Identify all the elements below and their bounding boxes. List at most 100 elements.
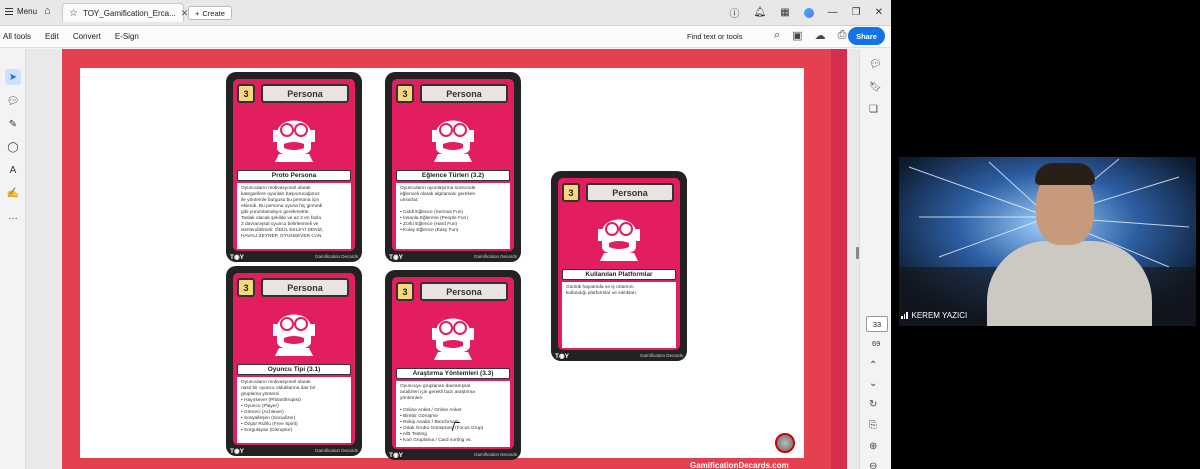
apps-grid-icon[interactable]: ▦ [780,7,789,18]
card-face: 3 Persona Proto Persona Oyuncuların moti… [233,79,355,251]
print-icon[interactable]: ⎙ [838,29,847,42]
find-label[interactable]: Find text or tools [687,32,742,41]
card-number: 3 [237,84,255,103]
menu-all-tools[interactable]: All tools [3,32,31,41]
menu-convert[interactable]: Convert [73,32,101,41]
sign-icon[interactable]: ✍ [5,185,21,201]
pages-icon[interactable]: ❏ [869,104,878,115]
acrobat-window: Menu ⌂ ☆ TOY_Gamification_Erca... ✕ + Cr… [0,0,891,469]
card-body: Oyuncuların oyunlaşırma sürecinde eğlence… [396,183,510,249]
save-icon[interactable]: ▣ [792,29,802,42]
right-tool-rail: 💬︎ 🔖︎ ❏ ⌃ ⌄ ↻ ⎘ ⊕ ⊖ [859,49,891,469]
menu-label: Menu [17,7,38,16]
card-face: 3 Persona Eğlence Türleri (3.2) Oyuncula… [392,79,514,251]
scroll-down-icon[interactable]: ⌄ [869,378,877,389]
text-icon[interactable]: A [5,162,21,178]
page-footer-url: GamificationDecards.com [690,461,789,469]
restore-icon[interactable]: ❐ [852,7,861,18]
card-body-line: • Kolay Eğlence (Easy Fun) [400,227,459,233]
minimize-icon[interactable]: — [828,7,838,18]
card-footer: T◉Y Gamification Decards [385,251,521,262]
comments-panel-icon[interactable]: 💬︎ [869,59,882,70]
tab-bar: Menu ⌂ ☆ TOY_Gamification_Erca... ✕ + Cr… [0,0,891,26]
select-cursor-icon[interactable]: ➤ [5,69,21,85]
comment-icon[interactable]: 💬︎ [5,93,21,109]
page-total: 69 [872,339,881,348]
person-body [987,241,1152,326]
document-tab[interactable]: ☆ TOY_Gamification_Erca... ✕ [62,3,188,22]
scrollbar-thumb[interactable] [856,247,859,259]
extract-page-icon[interactable]: ⎘ [869,420,877,431]
close-window-icon[interactable]: ✕ [875,7,883,18]
persona-card[interactable]: 3 Persona Kullanılan Platformlar Günlük … [551,171,687,361]
aviator-persona-icon [273,120,315,162]
video-tile [899,157,1196,326]
persona-card[interactable]: 3 Persona Eğlence Türleri (3.2) Oyuncula… [385,72,521,262]
toy-logo: T◉Y [555,352,569,360]
more-tools-icon[interactable]: … [5,208,21,224]
card-number: 3 [396,84,414,103]
menu-button[interactable]: Menu [5,7,37,16]
brand-text: Gamification Decards [314,448,358,453]
aviator-persona-icon [598,219,640,261]
aviator-persona-icon [273,314,315,356]
card-footer: T◉Y Gamification Decards [385,449,521,460]
toy-logo: T◉Y [389,253,403,261]
brand-text: Gamification Decards [473,254,517,259]
ai-assistant-icon[interactable] [803,7,814,18]
persona-card[interactable]: 3 Persona Proto Persona Oyuncuların moti… [226,72,362,262]
page-number-input[interactable]: 33 [866,316,888,332]
search-icon[interactable]: ⌕ [774,29,780,42]
card-body-line: • Sorgulayan (Disruptor) [241,427,293,433]
card-name: Eğlence Türleri (3.2) [396,170,510,181]
create-button[interactable]: + Create [188,6,232,20]
menu-esign[interactable]: E-Sign [115,32,139,41]
window-controls: ⓘ 🔔︎ ▦ — ❐ ✕ [729,5,883,20]
aviator-persona-icon [432,120,474,162]
home-icon[interactable]: ⌂ [44,5,51,17]
persona-card[interactable]: 3 Persona Oyuncu Tipi (3.1) Oyuncuların … [226,266,362,456]
pen-icon[interactable]: ✎ [5,116,21,132]
left-tool-rail: ➤ 💬︎ ✎ ◯ A ✍ … [0,49,26,469]
share-button[interactable]: Share [848,27,885,45]
card-footer: T◉Y Gamification Decards [226,445,362,456]
help-icon[interactable]: ⓘ [729,5,739,20]
tab-title: TOY_Gamification_Erca... [82,8,176,18]
star-icon[interactable]: ☆ [69,8,78,19]
person-hair [1035,163,1095,185]
toolbar: All tools Edit Convert E-Sign Find text … [0,26,891,48]
zoom-in-icon[interactable]: ⊕ [869,441,877,452]
card-name: Kullanılan Platformlar [562,269,676,280]
aviator-persona-icon [432,318,474,360]
card-body: Günlük hayatında ve iş ortamını kullandığ… [562,282,676,348]
card-body-line: • Kart Gruplama / Card sorting vs. [400,437,472,443]
zoom-out-icon[interactable]: ⊖ [869,461,877,469]
rotate-icon[interactable]: ↻ [869,399,877,410]
card-footer: T◉Y Gamification Decards [226,251,362,262]
card-title: Persona [261,84,349,103]
card-face: 3 Persona Oyuncu Tipi (3.1) Oyuncuların … [233,273,355,445]
card-name: Proto Persona [237,170,351,181]
shape-icon[interactable]: ◯ [5,139,21,155]
upload-cloud-icon[interactable]: ☁ [815,29,826,42]
participant-name: KEREM YAZICI [911,311,968,320]
color-picker-icon[interactable] [775,433,795,453]
card-number: 3 [396,282,414,301]
plus-icon: + [195,8,200,18]
bookmark-icon[interactable]: 🔖︎ [869,82,882,93]
card-body: Oyuncuların motivasyonel olarak nasıl bir… [237,377,351,443]
participant-label: KEREM YAZICI [901,311,967,320]
tool-icons: ⌕ ▣ ☁ ⎙ [774,29,846,42]
card-number: 3 [562,183,580,202]
notifications-icon[interactable]: 🔔︎ [753,7,766,18]
card-footer: T◉Y Gamification Decards [551,350,687,361]
scroll-up-icon[interactable]: ⌃ [869,360,877,371]
card-body-line: HAVALI ZEYNEP, OYUNSEVER CAN. [241,233,323,239]
persona-card[interactable]: 3 Persona Araştırma Yöntemleri (3.3) Oyu… [385,270,521,460]
menu-edit[interactable]: Edit [45,32,59,41]
toy-logo: T◉Y [230,253,244,261]
card-body-line: kullandığı platformlar ve sıklıkları. [566,290,638,296]
brand-text: Gamification Decards [639,353,683,358]
card-number: 3 [237,278,255,297]
card-title: Persona [261,278,349,297]
